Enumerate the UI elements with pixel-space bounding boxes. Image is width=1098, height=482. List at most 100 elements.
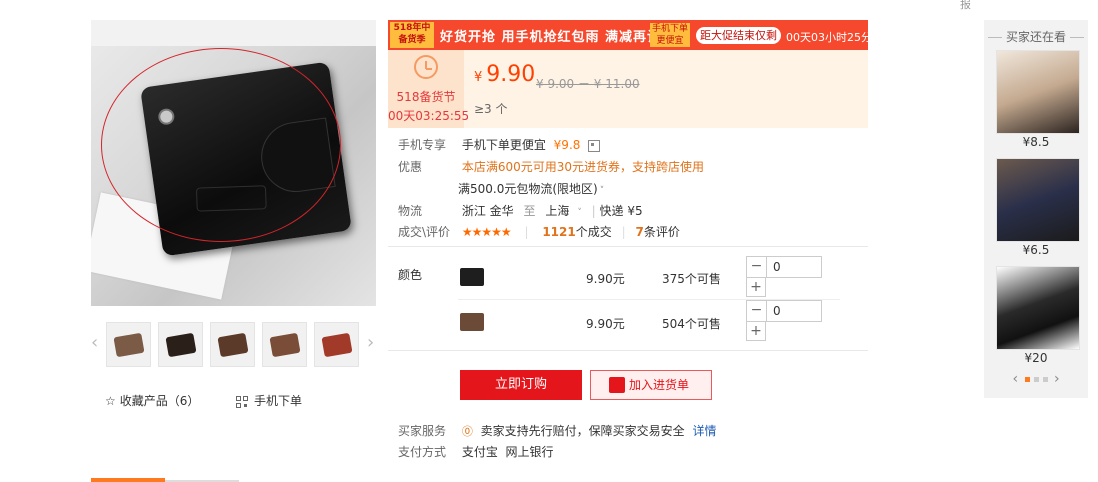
mobile-exclusive-price: ¥9.8	[553, 138, 581, 152]
quantity-stepper: − 0	[746, 256, 822, 278]
thumbnail[interactable]	[158, 322, 203, 367]
details-link[interactable]: 详情	[693, 424, 717, 438]
separator: |	[621, 225, 626, 239]
highlight-circle	[101, 48, 341, 242]
also-viewed-panel: 买家还在看 ¥8.5 ¥6.5 ¥20 ‹ ›	[984, 20, 1088, 398]
chevron-right-icon[interactable]: ›	[1054, 371, 1060, 387]
plus-button[interactable]: +	[746, 321, 766, 341]
payment-label: 支付方式	[398, 445, 447, 459]
cart-icon	[609, 377, 625, 393]
buy-now-button[interactable]: 立即订购	[460, 370, 582, 400]
sku-stock: 375个可售	[662, 272, 721, 286]
review-count-link[interactable]: 7条评价	[635, 225, 679, 239]
promo-banner[interactable]: 518年中备货季 好货开抢 用手机抢红包雨 满减再让利! 手机下单更便宜 距大促…	[388, 20, 897, 50]
discount-label: 优惠	[398, 160, 423, 174]
payment-methods: 支付宝 网上银行	[461, 445, 554, 459]
festival-panel: 518备货节 00天03:25:55	[388, 50, 470, 128]
logistics-row: 物流 浙江 金华 至 上海 ˅ | 快递 ¥5	[398, 202, 643, 219]
currency-symbol: ¥	[474, 70, 483, 85]
carousel-nav: ‹ ›	[984, 371, 1088, 387]
report-link[interactable]: 报	[960, 0, 971, 12]
sku-stock: 504个可售	[662, 317, 721, 331]
chevron-right-icon[interactable]: ›	[367, 332, 374, 353]
deals-label: 成交\评价	[398, 225, 451, 239]
chevron-down-icon: ˅	[577, 208, 582, 218]
mobile-exclusive-text: 手机下单更便宜	[461, 138, 546, 152]
logistics-label: 物流	[398, 204, 423, 218]
festival-countdown: 00天03:25:55	[388, 109, 470, 123]
also-viewed-item-image[interactable]	[996, 50, 1080, 134]
carousel-dot[interactable]	[1042, 376, 1048, 382]
express-fee: 快递 ¥5	[599, 204, 643, 218]
section-divider	[388, 246, 868, 247]
carousel-dot[interactable]	[1024, 376, 1030, 382]
thumbnail[interactable]	[314, 322, 359, 367]
sku-thumbnail[interactable]	[460, 313, 484, 331]
original-price-range: ¥ 9.00 － ¥ 11.00	[536, 77, 640, 91]
minus-button[interactable]: −	[747, 257, 767, 277]
to-text: 至	[523, 204, 536, 218]
mobile-cheaper-tag: 手机下单更便宜	[650, 23, 690, 47]
qr-code-icon[interactable]	[588, 139, 601, 152]
price-box: 518备货节 00天03:25:55 ¥9.90 ¥ 9.00 － ¥ 11.0…	[388, 50, 868, 128]
mobile-exclusive-row: 手机专享 手机下单更便宜 ¥9.8	[398, 136, 601, 153]
favorite-label: 收藏产品（6）	[119, 394, 200, 408]
deals-row: 成交\评价 ★★★★★ | 1121个成交 | 7条评价	[398, 223, 680, 240]
favorite-product-button[interactable]: ☆ 收藏产品（6）	[105, 392, 199, 409]
payment-row: 支付方式 支付宝 网上银行	[398, 443, 553, 460]
chevron-left-icon[interactable]: ‹	[91, 332, 98, 353]
discount-row: 优惠 本店满600元可用30元进货券，支持跨店使用	[398, 158, 704, 175]
deal-count-link[interactable]: 1121个成交	[542, 225, 611, 239]
star-icon: ☆	[105, 394, 116, 408]
shield-icon: ⓪	[461, 425, 473, 438]
alarm-clock-icon	[414, 55, 438, 79]
gallery-top-bar	[91, 20, 376, 46]
shipping-promo[interactable]: 满500.0元包物流(限地区) ˅	[458, 180, 604, 197]
also-viewed-item-price: ¥20	[1024, 351, 1048, 365]
also-viewed-item-price: ¥8.5	[1022, 135, 1050, 149]
carousel-dot[interactable]	[1033, 376, 1039, 382]
section-divider	[388, 350, 868, 351]
add-to-cart-label: 加入进货单	[629, 378, 690, 392]
deal-suffix: 个成交	[575, 225, 612, 239]
mobile-exclusive-label: 手机专享	[398, 138, 447, 152]
mobile-order-label: 手机下单	[254, 394, 303, 408]
sku-thumbnail[interactable]	[460, 268, 484, 286]
buyer-service-label: 买家服务	[398, 424, 447, 438]
minimum-order-quantity: ≥3 个	[474, 102, 508, 116]
review-suffix: 条评价	[643, 225, 680, 239]
banner-headline: 好货开抢 用手机抢红包雨 满减再让利!	[440, 30, 682, 45]
festival-title: 518备货节	[396, 90, 456, 104]
also-viewed-title: 买家还在看	[984, 28, 1088, 45]
destination-select[interactable]: 上海 ˅	[545, 204, 588, 218]
chevron-down-icon: ˅	[599, 186, 605, 196]
chevron-left-icon[interactable]: ‹	[1012, 371, 1018, 387]
minus-button[interactable]: −	[747, 301, 767, 321]
add-to-cart-button[interactable]: 加入进货单	[590, 370, 712, 400]
thumbnail[interactable]	[262, 322, 307, 367]
quantity-input[interactable]: 0	[773, 260, 781, 274]
thumbnail[interactable]	[210, 322, 255, 367]
buyer-service-row: 买家服务 ⓪ 卖家支持先行赔付，保障买家交易安全 详情	[398, 422, 717, 439]
separator: |	[524, 225, 529, 239]
thumbnail-strip: ‹ ›	[91, 320, 376, 368]
deal-count: 1121	[542, 225, 576, 239]
also-viewed-item-image[interactable]	[996, 266, 1080, 350]
mobile-order-button[interactable]: 手机下单	[236, 392, 302, 409]
plus-button[interactable]: +	[746, 277, 766, 297]
buyer-service-text: 卖家支持先行赔付，保障买家交易安全	[480, 424, 685, 438]
sku-price: 9.90元	[586, 317, 625, 331]
destination-text: 上海	[545, 204, 570, 218]
price-value: 9.90	[486, 62, 536, 87]
quantity-stepper: − 0	[746, 300, 822, 322]
thumbnail[interactable]	[106, 322, 151, 367]
color-label: 颜色	[398, 268, 423, 282]
separator: |	[591, 204, 596, 218]
current-price: ¥9.90	[474, 62, 535, 87]
shipping-promo-text: 满500.0元包物流(限地区)	[458, 182, 598, 196]
also-viewed-item-image[interactable]	[996, 158, 1080, 242]
rating-stars: ★★★★★	[461, 225, 512, 239]
quantity-input[interactable]: 0	[773, 304, 781, 318]
promo-end-label: 距大促结束仅剩	[696, 27, 781, 44]
promo-countdown: 00天03小时25分55秒	[786, 31, 897, 44]
